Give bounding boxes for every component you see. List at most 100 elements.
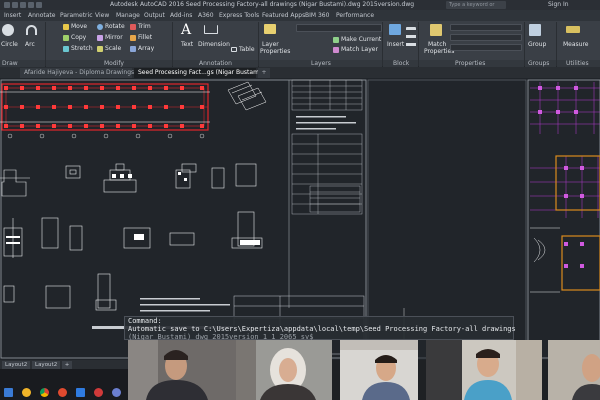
fillet-button[interactable]: Fillet [138,34,152,41]
panel-title-draw[interactable]: Draw [0,60,45,67]
copy-icon[interactable] [63,35,69,41]
autocad-window: Autodesk AutoCAD 2016 Seed Processing Fa… [0,0,600,400]
foundation-detail-row-2 [3,211,263,258]
tab-featured-apps[interactable]: Featured Apps [262,11,305,21]
file-tab-seed-processing[interactable]: Seed Processing Fact...gs (Nigar Bustami… [134,68,266,78]
copy-button[interactable]: Copy [71,34,86,41]
stretch-icon[interactable] [63,46,69,52]
schedule-table [291,79,363,111]
panel-title-properties[interactable]: Properties [419,60,524,67]
rotate-button[interactable]: Rotate [105,23,125,30]
file-tab-diploma[interactable]: Afaride Hajiyeva - Diploma Drawings* [20,68,137,78]
layout-tab-2[interactable]: Layout2 [32,361,61,369]
layer-properties-icon[interactable] [264,24,276,34]
scale-icon[interactable] [97,46,103,52]
panel-title-layers[interactable]: Layers [259,60,382,67]
chrome-icon[interactable] [40,388,49,397]
circle-icon[interactable] [2,24,14,36]
app-icon-red[interactable] [58,388,67,397]
tab-manage[interactable]: Manage [116,11,140,21]
tab-a360[interactable]: A360 [198,11,214,21]
sign-in-link[interactable]: Sign In [548,0,569,10]
text-a-icon[interactable]: A [181,23,193,37]
search-input[interactable]: Type a keyword or phrase [446,1,506,16]
participant-video-1[interactable] [128,340,236,400]
participant-video-2[interactable] [236,340,332,400]
text-button[interactable]: Text [181,41,193,48]
title-bar: Autodesk AutoCAD 2016 Seed Processing Fa… [0,0,600,16]
tab-express-tools[interactable]: Express Tools [219,11,259,21]
ribbon-tab-bar: Insert Annotate Parametric View Manage O… [0,10,600,21]
array-button[interactable]: Array [138,45,154,52]
match-properties-icon[interactable] [430,24,442,36]
tab-add-ins[interactable]: Add-ins [170,11,192,21]
quick-access-toolbar[interactable] [4,2,64,8]
tab-insert[interactable]: Insert [4,11,21,21]
array-icon[interactable] [130,46,136,52]
arc-icon[interactable] [26,25,37,35]
table-button[interactable]: Table [239,46,255,53]
measure-button[interactable]: Measure [563,41,589,48]
fillet-icon[interactable] [130,35,136,41]
dimension-button[interactable]: Dimension [198,41,230,48]
tab-output[interactable]: Output [144,11,165,21]
participant-video-4[interactable] [426,340,542,400]
panel-title-annotation[interactable]: Annotation [173,60,258,67]
stretch-button[interactable]: Stretch [71,45,93,52]
table-icon[interactable] [231,47,237,52]
linetype-dropdown[interactable] [450,34,522,41]
layout-tab-1[interactable]: Layout2 [2,361,31,369]
specification-table [291,133,363,215]
schedule-table-text [296,116,356,130]
autocad-icon[interactable] [94,388,103,397]
participant-video-5[interactable] [548,340,600,400]
new-tab-plus-icon[interactable]: + [258,68,270,78]
file-explorer-icon[interactable] [22,388,31,397]
block-tools-icon[interactable] [406,27,416,51]
row-2-hatching [6,234,260,245]
move-button[interactable]: Move [71,23,87,30]
panel-title-groups[interactable]: Groups [525,60,556,67]
command-line[interactable]: Command: Automatic save to C:\Users\Expe… [124,316,516,341]
panel-title-block[interactable]: Block [383,60,418,67]
tab-view[interactable]: View [95,11,109,21]
trim-icon[interactable] [130,24,136,30]
teams-icon[interactable] [112,388,121,397]
make-current-button[interactable]: Make Current [341,36,381,43]
mirror-icon[interactable] [97,35,103,41]
match-properties-label-1[interactable]: Match [428,41,446,48]
red-column-grid-plan [0,83,210,139]
measure-icon[interactable] [566,26,580,33]
arc-button[interactable]: Arc [25,41,35,48]
dimension-icon[interactable] [204,25,218,34]
tab-annotate[interactable]: Annotate [28,11,55,21]
insert-button[interactable]: Insert [387,41,404,48]
color-dropdown[interactable] [450,24,522,31]
panel-title-modify[interactable]: Modify [46,60,172,67]
command-history-line: Automatic save to C:\Users\Expertiza\app… [128,325,516,333]
layer-dropdown[interactable] [296,24,382,32]
scale-button[interactable]: Scale [105,45,121,52]
group-icon[interactable] [529,24,541,36]
trim-button[interactable]: Trim [138,23,151,30]
insert-block-icon[interactable] [389,24,401,35]
circle-button[interactable]: Circle [1,41,18,48]
make-current-icon[interactable] [333,37,339,43]
participant-video-3[interactable] [340,340,418,400]
match-layer-button[interactable]: Match Layer [341,46,378,53]
mirror-button[interactable]: Mirror [105,34,123,41]
start-icon[interactable] [4,388,13,397]
group-button[interactable]: Group [528,41,546,48]
move-icon[interactable] [63,24,69,30]
match-layer-icon[interactable] [333,47,339,53]
lineweight-dropdown[interactable] [450,44,522,51]
outlook-icon[interactable] [76,388,85,397]
tab-bim-360[interactable]: BIM 360 [305,11,329,21]
rotate-icon[interactable] [97,24,103,30]
layer-properties-label-2[interactable]: Properties [260,48,290,55]
add-layout-plus-icon[interactable]: + [62,361,72,369]
tab-parametric[interactable]: Parametric [60,11,93,21]
layer-properties-label-1[interactable]: Layer [262,41,279,48]
tab-performance[interactable]: Performance [336,11,374,21]
panel-title-utilities[interactable]: Utilities [557,60,600,67]
